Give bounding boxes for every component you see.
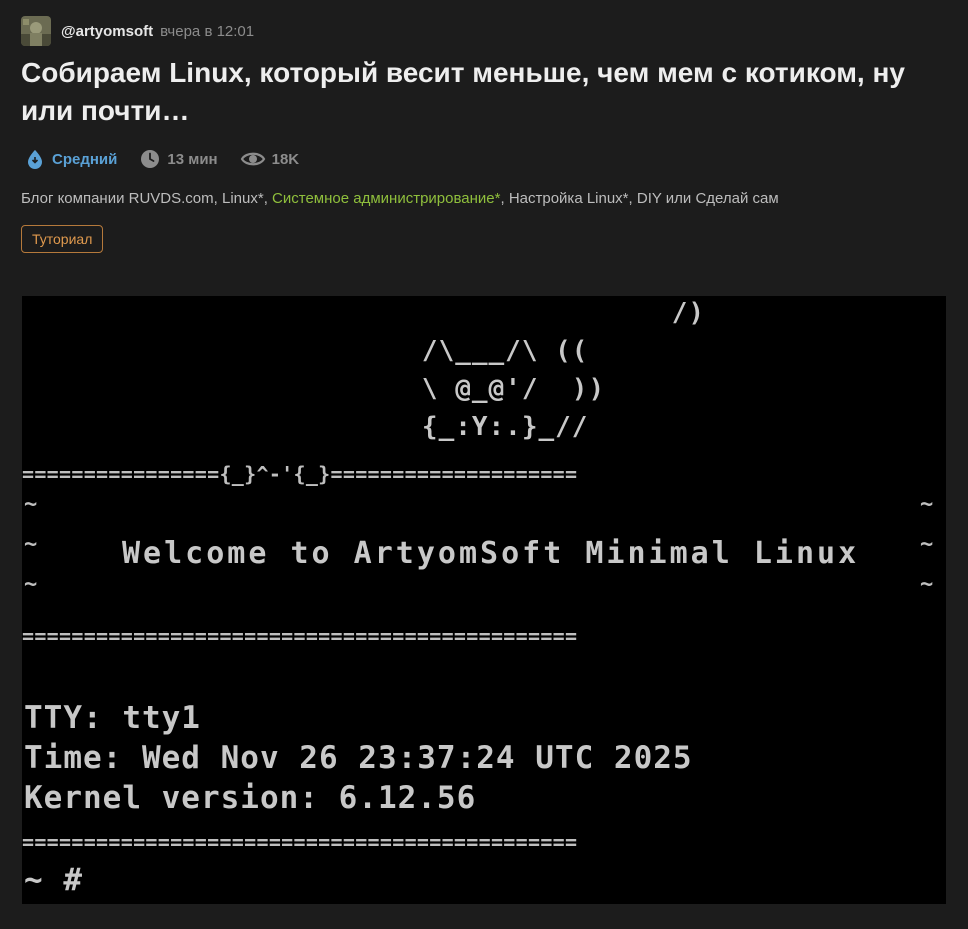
shell-prompt: ~ #: [24, 862, 83, 898]
hub-link[interactable]: Настройка Linux*: [509, 190, 629, 207]
views-count: 18K: [240, 148, 300, 170]
separator-line: ========================================…: [22, 624, 578, 648]
difficulty-label: Средний: [52, 150, 118, 168]
hub-link[interactable]: DIY или Сделай сам: [637, 190, 779, 207]
ascii-cat-line: /\___/\ ((: [322, 336, 589, 366]
tilde-right: ~: [920, 532, 935, 557]
hub-separator: ,: [500, 190, 509, 207]
hub-link[interactable]: Системное администрирование*: [272, 190, 500, 207]
views-label: 18K: [271, 150, 300, 168]
drop-icon: [28, 150, 42, 169]
post-type-tag[interactable]: Туториал: [21, 225, 104, 253]
ascii-cat-line: \ @_@'/ )): [322, 374, 606, 404]
difficulty-badge: Средний: [24, 148, 117, 170]
hub-link[interactable]: Блог компании RUVDS.com: [21, 190, 214, 207]
post-time: вчера в 12:01: [160, 22, 255, 40]
tilde-right: ~: [920, 492, 935, 517]
ascii-cat-separator: ================{_}^-'{_}===============…: [22, 462, 578, 486]
ascii-cat-line: /): [322, 298, 706, 328]
time-line: Time: Wed Nov 26 23:37:24 UTC 2025: [24, 740, 693, 776]
hub-link[interactable]: Linux*: [222, 190, 264, 207]
avatar[interactable]: [21, 16, 51, 46]
ascii-cat-line: {_:Y:.}_//: [322, 412, 589, 442]
hubs-list: Блог компании RUVDS.com, Linux*, Системн…: [21, 190, 779, 207]
tilde-left: ~: [24, 492, 39, 517]
tilde-right: ~: [920, 572, 935, 597]
author-link[interactable]: @artyomsoft: [61, 23, 153, 40]
welcome-message: Welcome to ArtyomSoft Minimal Linux: [122, 536, 860, 571]
hub-separator: ,: [263, 190, 273, 207]
hub-separator: ,: [213, 190, 222, 207]
clock-icon: [141, 150, 160, 168]
separator-line: ========================================…: [22, 830, 578, 854]
tty-line: TTY: tty1: [24, 700, 201, 736]
reading-time-label: 13 мин: [167, 150, 218, 168]
terminal-screenshot: /) /\___/\ (( \ @_@'/ )) {_:Y:.}_// ====…: [22, 296, 946, 904]
kernel-line: Kernel version: 6.12.56: [24, 780, 477, 816]
tilde-left: ~: [24, 532, 39, 557]
post-meta: Средний 13 мин 18K: [24, 146, 321, 172]
tilde-left: ~: [24, 572, 39, 597]
post-title[interactable]: Собираем Linux, который весит меньше, че…: [21, 54, 946, 130]
hub-separator: ,: [628, 190, 637, 207]
eye-icon: [240, 152, 265, 166]
reading-time: 13 мин: [139, 148, 218, 170]
post-header: @artyomsoft вчера в 12:01: [21, 16, 254, 46]
